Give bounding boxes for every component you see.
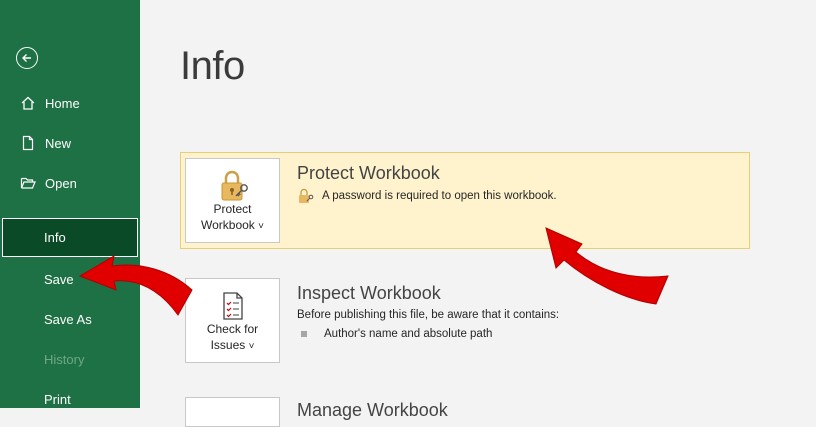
annotation-arrow-icons — [78, 227, 669, 316]
red-arrow-to-protect-icon — [545, 227, 669, 305]
red-arrow-to-save-icon — [78, 255, 193, 316]
